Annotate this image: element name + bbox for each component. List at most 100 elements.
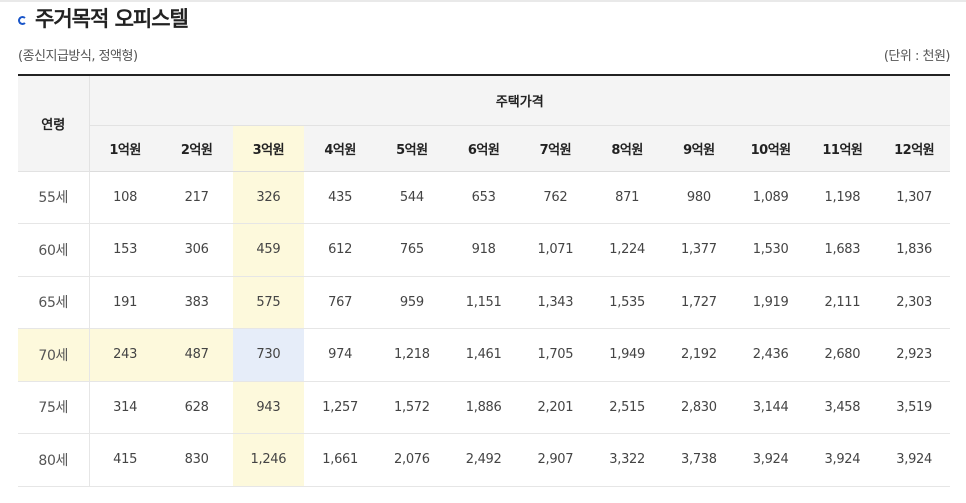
value-cell: 730 <box>232 328 305 382</box>
table-row: 80세 415 830 1,246 1,661 2,076 2,492 2,907 3,322 3… <box>18 433 950 487</box>
value-cell: 1,661 <box>304 433 376 487</box>
value-cell: 1,257 <box>304 381 376 434</box>
value-cell: 153 <box>89 223 161 277</box>
price-column-header: 6억원 <box>447 125 520 172</box>
value-cell: 1,246 <box>232 433 305 487</box>
value-cell: 1,949 <box>591 328 663 382</box>
value-cell: 2,201 <box>519 381 592 434</box>
value-cell: 1,151 <box>447 276 520 329</box>
value-cell: 2,436 <box>734 328 807 382</box>
value-cell: 1,218 <box>376 328 448 382</box>
value-cell: 1,919 <box>734 276 807 329</box>
age-header: 연령 <box>18 74 90 172</box>
price-column-header: 8억원 <box>591 125 663 172</box>
value-cell: 415 <box>89 433 161 487</box>
value-cell: 487 <box>160 328 233 382</box>
value-cell: 628 <box>160 381 233 434</box>
pension-table: 연령 주택가격 1억원 2억원 3억원 4억원 5억원 6억원 7억원 8억원 9억원 10억원 1… <box>18 74 950 487</box>
table-row: 65세 191 383 575 767 959 1,151 1,343 1,535 1,727 1,… <box>18 276 950 329</box>
value-cell: 1,572 <box>376 381 448 434</box>
value-cell: 3,144 <box>734 381 807 434</box>
value-cell: 3,519 <box>878 381 950 434</box>
table-row: 55세 108 217 326 435 544 653 762 871 980 1,089 1,198… <box>18 171 950 224</box>
value-cell: 108 <box>89 171 161 224</box>
value-cell: 1,224 <box>591 223 663 277</box>
value-cell: 3,738 <box>663 433 735 487</box>
value-cell: 2,303 <box>878 276 950 329</box>
house-price-header: 주택가격 <box>89 74 950 126</box>
value-cell: 2,923 <box>878 328 950 382</box>
value-cell: 1,727 <box>663 276 735 329</box>
value-cell: 459 <box>232 223 305 277</box>
value-cell: 2,192 <box>663 328 735 382</box>
age-cell: 60세 <box>18 223 90 277</box>
value-cell: 1,377 <box>663 223 735 277</box>
price-column-header: 1억원 <box>89 125 161 172</box>
value-cell: 1,343 <box>519 276 592 329</box>
value-cell: 326 <box>232 171 305 224</box>
value-cell: 1,535 <box>591 276 663 329</box>
value-cell: 653 <box>447 171 520 224</box>
price-column-header: 10억원 <box>734 125 807 172</box>
price-column-header: 3억원 <box>232 125 305 172</box>
value-cell: 1,683 <box>806 223 879 277</box>
value-cell: 980 <box>663 171 735 224</box>
top-border <box>0 0 966 2</box>
price-column-header: 5억원 <box>376 125 448 172</box>
value-cell: 1,307 <box>878 171 950 224</box>
value-cell: 1,705 <box>519 328 592 382</box>
value-cell: 2,680 <box>806 328 879 382</box>
table-row: 70세 243 487 730 974 1,218 1,461 1,705 1,949 2,192… <box>18 328 950 382</box>
value-cell: 830 <box>160 433 233 487</box>
value-cell: 544 <box>376 171 448 224</box>
value-cell: 243 <box>89 328 161 382</box>
bullet-icon <box>18 15 27 25</box>
value-cell: 383 <box>160 276 233 329</box>
value-cell: 575 <box>232 276 305 329</box>
value-cell: 3,924 <box>878 433 950 487</box>
value-cell: 765 <box>376 223 448 277</box>
value-cell: 314 <box>89 381 161 434</box>
table-body: 55세 108 217 326 435 544 653 762 871 980 1,089 1,198… <box>18 171 950 487</box>
value-cell: 959 <box>376 276 448 329</box>
value-cell: 1,886 <box>447 381 520 434</box>
value-cell: 3,322 <box>591 433 663 487</box>
value-cell: 767 <box>304 276 376 329</box>
value-cell: 871 <box>591 171 663 224</box>
value-cell: 918 <box>447 223 520 277</box>
value-cell: 943 <box>232 381 305 434</box>
value-cell: 974 <box>304 328 376 382</box>
price-column-header: 7억원 <box>519 125 592 172</box>
age-cell: 75세 <box>18 381 90 434</box>
age-cell: 70세 <box>18 328 90 382</box>
value-cell: 2,830 <box>663 381 735 434</box>
value-cell: 3,458 <box>806 381 879 434</box>
table-row: 75세 314 628 943 1,257 1,572 1,886 2,201 2,515 2,8… <box>18 381 950 434</box>
value-cell: 435 <box>304 171 376 224</box>
value-cell: 1,461 <box>447 328 520 382</box>
age-cell: 80세 <box>18 433 90 487</box>
header-row-group: 연령 주택가격 <box>18 74 950 172</box>
value-cell: 1,836 <box>878 223 950 277</box>
title-row: 주거목적 오피스텔 <box>18 4 189 32</box>
value-cell: 1,530 <box>734 223 807 277</box>
value-cell: 762 <box>519 171 592 224</box>
value-cell: 1,089 <box>734 171 807 224</box>
header-row-prices: 1억원 2억원 3억원 4억원 5억원 6억원 7억원 8억원 9억원 10억원 11억원 12억원 <box>18 125 950 172</box>
value-cell: 191 <box>89 276 161 329</box>
value-cell: 2,492 <box>447 433 520 487</box>
value-cell: 2,515 <box>591 381 663 434</box>
price-column-header: 11억원 <box>806 125 879 172</box>
page-title: 주거목적 오피스텔 <box>35 7 189 31</box>
value-cell: 2,907 <box>519 433 592 487</box>
value-cell: 3,924 <box>806 433 879 487</box>
payment-type-note: (종신지급방식, 정액형) <box>18 49 138 64</box>
value-cell: 306 <box>160 223 233 277</box>
age-cell: 65세 <box>18 276 90 329</box>
unit-note: (단위 : 천원) <box>883 49 951 64</box>
value-cell: 612 <box>304 223 376 277</box>
value-cell: 1,071 <box>519 223 592 277</box>
value-cell: 3,924 <box>734 433 807 487</box>
value-cell: 217 <box>160 171 233 224</box>
price-column-header: 2억원 <box>160 125 233 172</box>
